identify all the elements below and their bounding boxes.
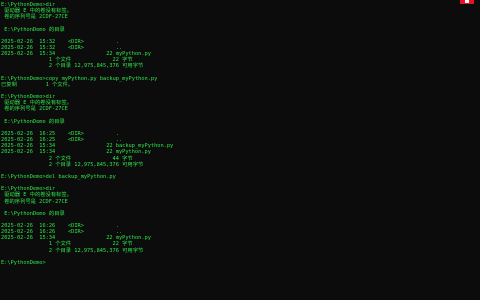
command-line: E:\PythonDemo>copy myPython.py backup_my… — [1, 75, 158, 82]
command-line: E:\PythonDemo> — [1, 259, 46, 266]
console-line: 2025-02-26 15:34 22 myPython.py — [1, 149, 151, 156]
close-icon[interactable] — [460, 0, 474, 4]
console-output[interactable]: E:\PythonDemo>dir 驱动器 E 中的卷没有标签。 卷的序列号是 … — [1, 2, 173, 266]
terminal-window: E:\PythonDemo>dir 驱动器 E 中的卷没有标签。 卷的序列号是 … — [0, 0, 480, 300]
